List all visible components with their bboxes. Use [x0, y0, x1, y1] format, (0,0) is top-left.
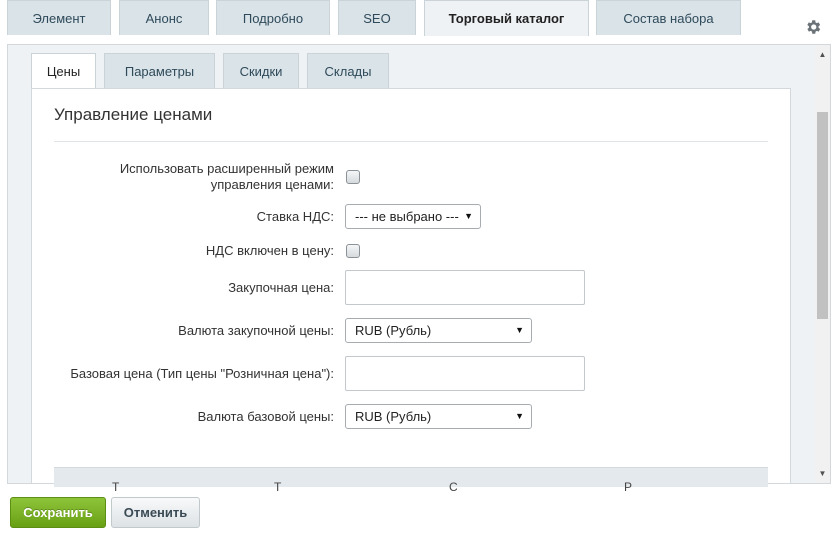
- vat-included-checkbox[interactable]: [346, 244, 360, 258]
- extended-mode-label-line2: управления ценами:: [210, 177, 334, 192]
- price-table-header: Т Т С Р: [54, 467, 768, 494]
- tab-seo[interactable]: SEO: [338, 0, 416, 35]
- purchase-price-input[interactable]: [345, 270, 585, 305]
- vat-rate-value: --- не выбрано ---: [355, 209, 459, 224]
- table-header-cell: С: [449, 480, 458, 494]
- extended-mode-label: Использовать расширенный режим управлени…: [120, 161, 334, 193]
- purchase-currency-select[interactable]: RUB (Рубль) ▼: [345, 318, 532, 343]
- base-price-label: Базовая цена (Тип цены "Розничная цена")…: [70, 366, 334, 381]
- tab-details[interactable]: Подробно: [216, 0, 330, 35]
- chevron-down-icon: ▼: [515, 325, 524, 335]
- chevron-down-icon: ▼: [515, 411, 524, 421]
- chevron-down-icon: ▼: [464, 211, 473, 221]
- tab-trade-catalog[interactable]: Торговый каталог: [424, 0, 589, 36]
- purchase-price-label: Закупочная цена:: [228, 280, 334, 295]
- gear-icon[interactable]: [804, 18, 822, 36]
- scroll-up-icon[interactable]: ▲: [817, 50, 828, 60]
- vat-included-label: НДС включен в цену:: [205, 243, 334, 258]
- scroll-down-icon[interactable]: ▼: [817, 469, 828, 479]
- save-button[interactable]: Сохранить: [10, 497, 106, 528]
- tab-announce[interactable]: Анонс: [119, 0, 209, 35]
- table-header-cell: Т: [112, 480, 120, 494]
- base-currency-select[interactable]: RUB (Рубль) ▼: [345, 404, 532, 429]
- section-divider: [54, 141, 768, 142]
- base-currency-label: Валюта базовой цены:: [197, 409, 334, 424]
- extended-mode-label-line1: Использовать расширенный режим: [119, 161, 334, 176]
- base-price-input[interactable]: [345, 356, 585, 391]
- purchase-currency-label: Валюта закупочной цены:: [178, 323, 334, 338]
- subtab-prices[interactable]: Цены: [31, 53, 96, 89]
- table-header-cell: Р: [624, 480, 633, 494]
- base-currency-value: RUB (Рубль): [355, 409, 432, 424]
- subtab-discounts[interactable]: Скидки: [223, 53, 299, 88]
- scrollbar-thumb[interactable]: [817, 112, 828, 319]
- tab-element[interactable]: Элемент: [7, 0, 111, 35]
- extended-mode-checkbox[interactable]: [346, 170, 360, 184]
- section-title: Управление ценами: [54, 105, 213, 124]
- vat-rate-select[interactable]: --- не выбрано --- ▼: [345, 204, 481, 229]
- prices-panel: Управление ценами Использовать расширенн…: [31, 88, 791, 494]
- cancel-button[interactable]: Отменить: [111, 497, 200, 528]
- tab-bundle[interactable]: Состав набора: [596, 0, 741, 35]
- purchase-currency-value: RUB (Рубль): [355, 323, 432, 338]
- table-header-cell: Т: [274, 480, 282, 494]
- subtab-warehouses[interactable]: Склады: [307, 53, 389, 88]
- vat-rate-label: Ставка НДС:: [256, 209, 334, 224]
- subtab-parameters[interactable]: Параметры: [104, 53, 215, 88]
